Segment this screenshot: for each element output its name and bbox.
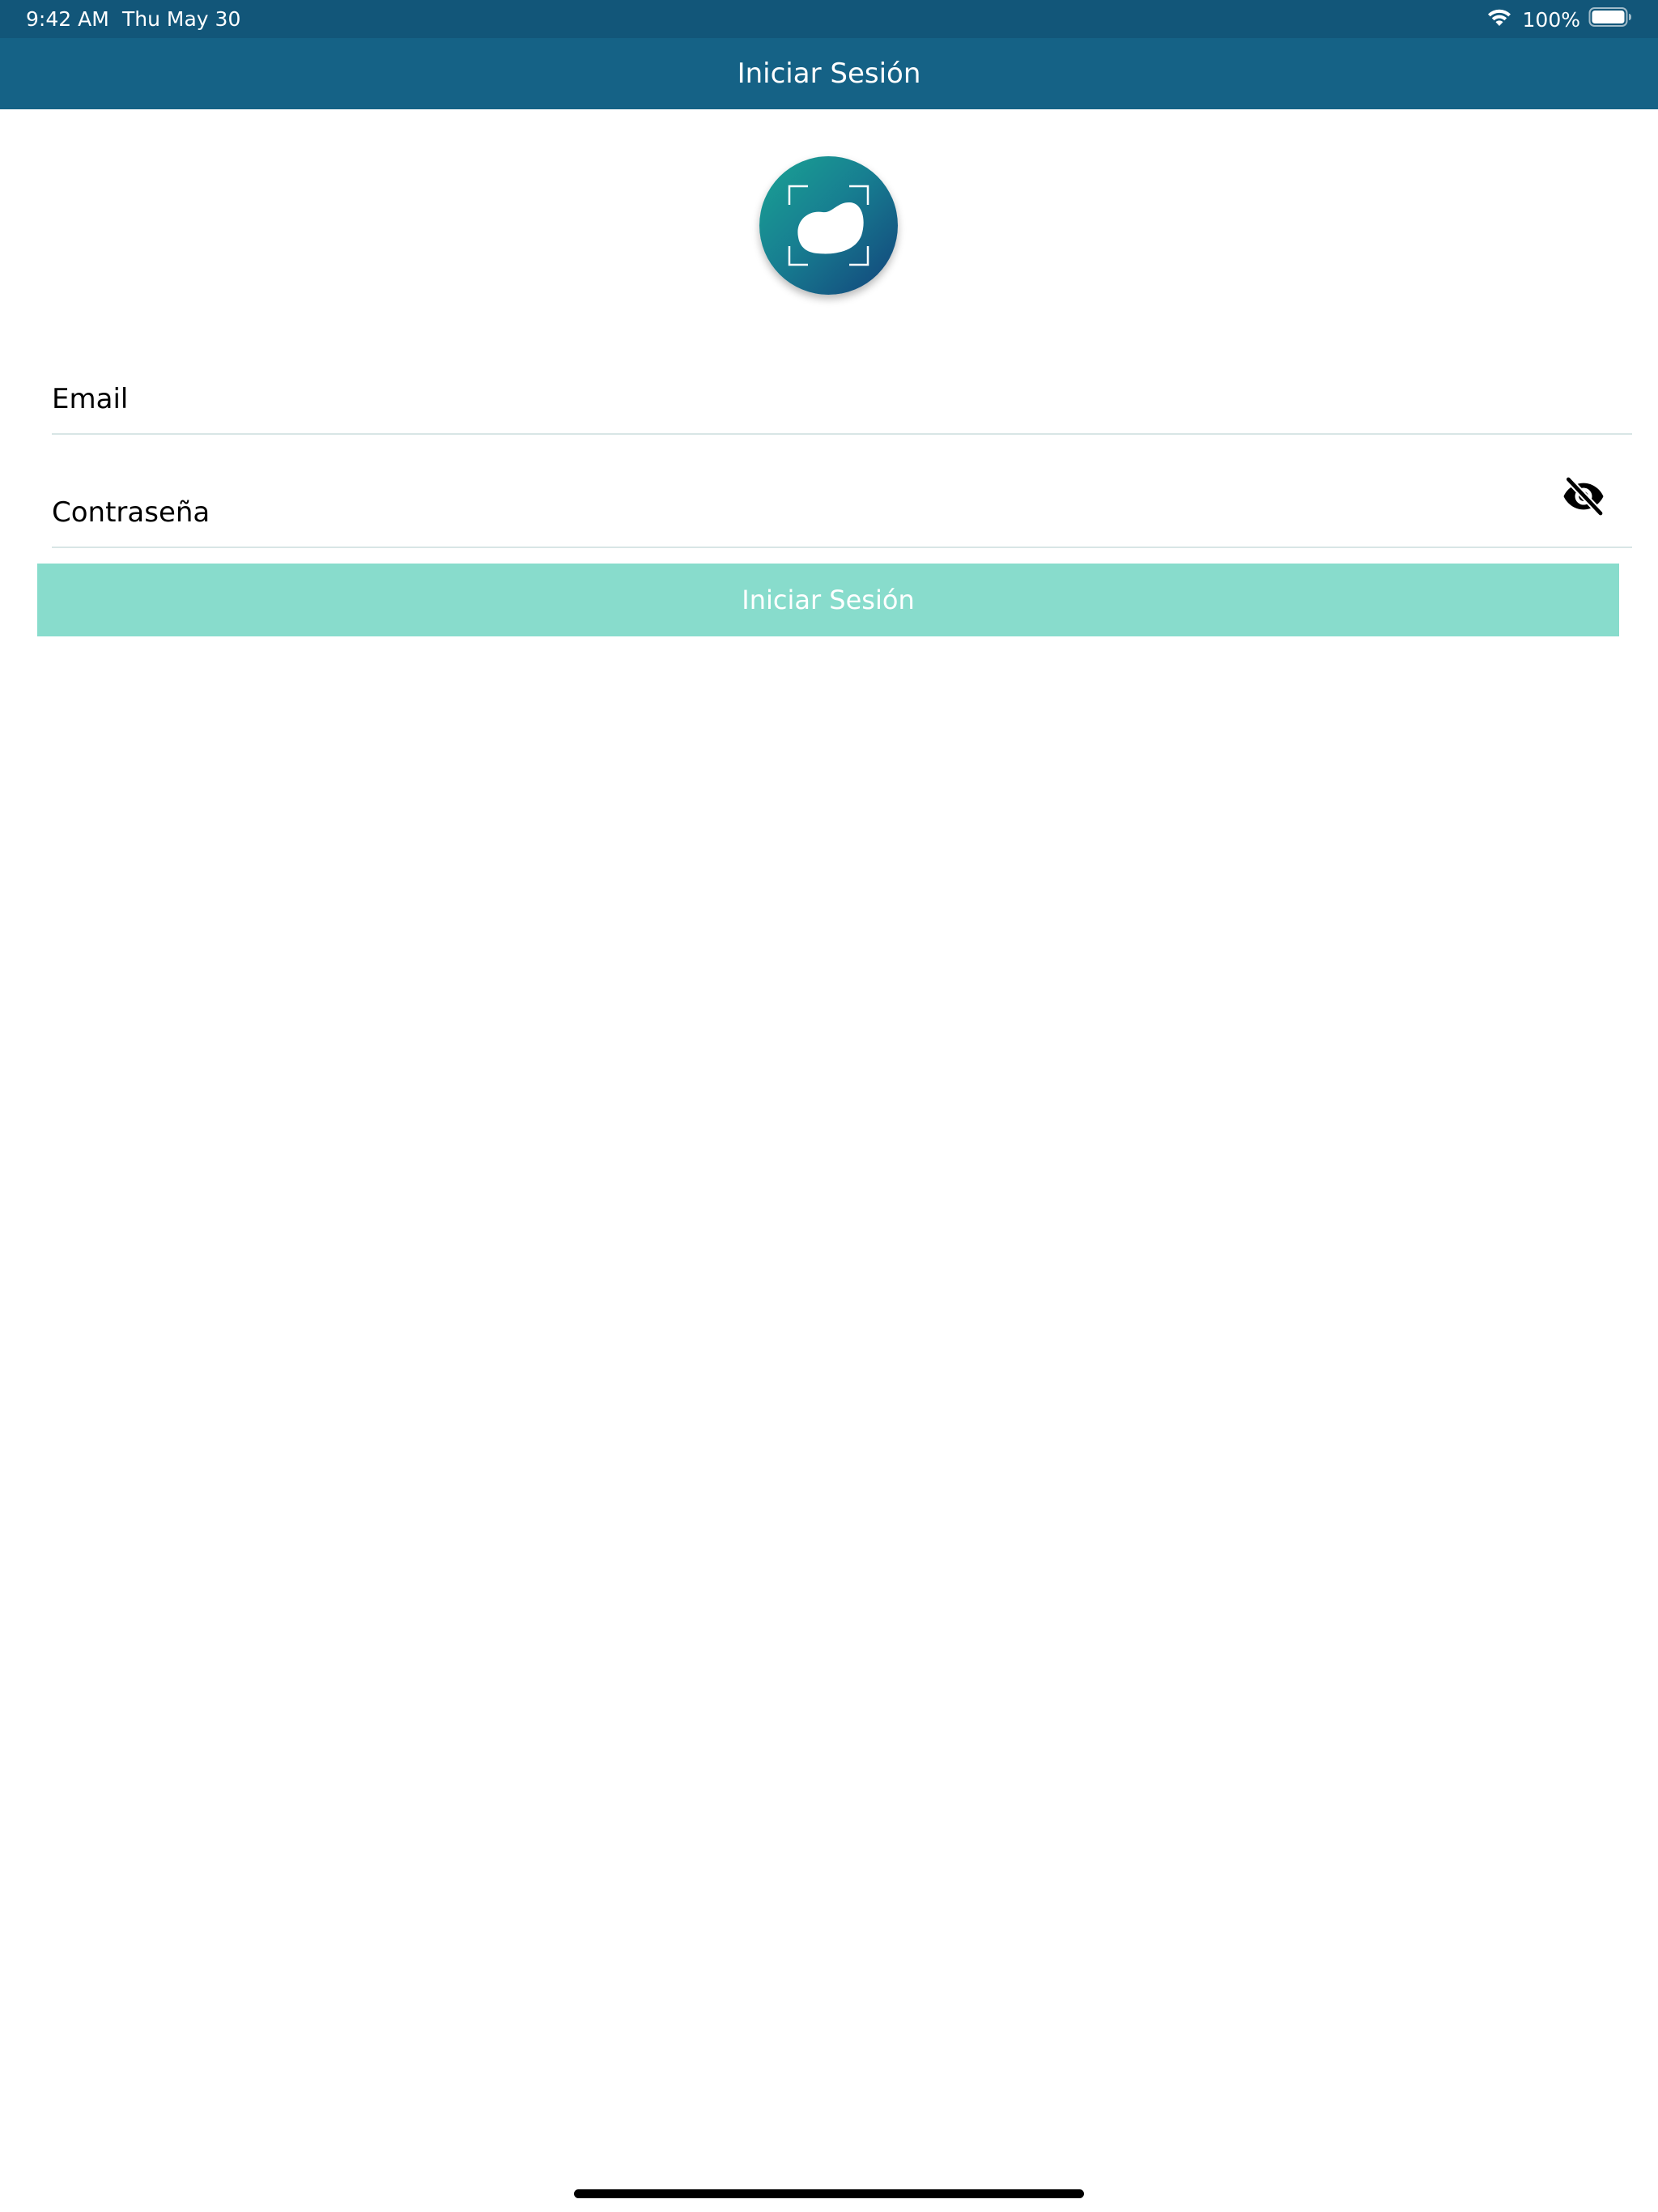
- email-field-container: [52, 360, 1632, 435]
- status-date: Thu May 30: [122, 7, 241, 31]
- email-input[interactable]: [52, 383, 1525, 415]
- status-bar: 9:42 AM Thu May 30 100%: [0, 0, 1658, 38]
- eye-slash-icon[interactable]: [1561, 474, 1606, 519]
- battery-icon: [1588, 6, 1632, 32]
- home-indicator[interactable]: [574, 2189, 1084, 2198]
- password-input[interactable]: [52, 496, 1525, 529]
- login-button[interactable]: Iniciar Sesión: [37, 564, 1619, 636]
- battery-percent: 100%: [1522, 7, 1580, 32]
- wifi-icon: [1486, 6, 1523, 32]
- app-logo: [759, 156, 898, 295]
- navigation-bar: Iniciar Sesión: [0, 38, 1658, 109]
- status-time: 9:42 AM: [26, 7, 109, 31]
- bean-scan-icon: [788, 185, 869, 266]
- status-indicators: 100%: [1486, 6, 1632, 33]
- page-title: Iniciar Sesión: [737, 57, 921, 90]
- password-field-container: [52, 474, 1632, 548]
